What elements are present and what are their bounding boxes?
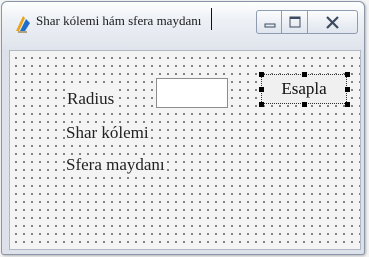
close-button[interactable]: [308, 10, 358, 34]
selection-handle-top-right[interactable]: [345, 72, 350, 77]
app-window: Shar kólemi hám sfera maydanı Radius Esa…: [1, 1, 365, 255]
minimize-icon: [264, 23, 276, 28]
selection-handle-bottom[interactable]: [302, 102, 307, 107]
maximize-button[interactable]: [282, 10, 308, 34]
radius-label: Radius: [67, 89, 115, 109]
selection-handle-top-left[interactable]: [259, 72, 264, 77]
selection-handle-bottom-left[interactable]: [259, 102, 264, 107]
text-cursor: [211, 8, 212, 30]
volume-label: Shar kólemi: [66, 123, 149, 143]
selection-handle-right[interactable]: [345, 87, 350, 92]
minimize-button[interactable]: [256, 10, 282, 34]
form-designer-surface[interactable]: Radius Esapla Shar kólemi Sfera maydanı: [9, 50, 361, 250]
area-label: Sfera maydanı: [66, 155, 165, 175]
esapla-button[interactable]: Esapla: [261, 74, 347, 104]
selection-handle-top[interactable]: [302, 72, 307, 77]
title-bar[interactable]: Shar kólemi hám sfera maydanı: [2, 2, 364, 50]
selection-handle-left[interactable]: [259, 87, 264, 92]
close-icon: [326, 16, 339, 29]
app-icon: [13, 14, 33, 34]
selection-handle-bottom-right[interactable]: [345, 102, 350, 107]
window-title: Shar kólemi hám sfera maydanı: [36, 13, 202, 28]
radius-input[interactable]: [156, 78, 228, 108]
maximize-icon: [289, 16, 301, 28]
